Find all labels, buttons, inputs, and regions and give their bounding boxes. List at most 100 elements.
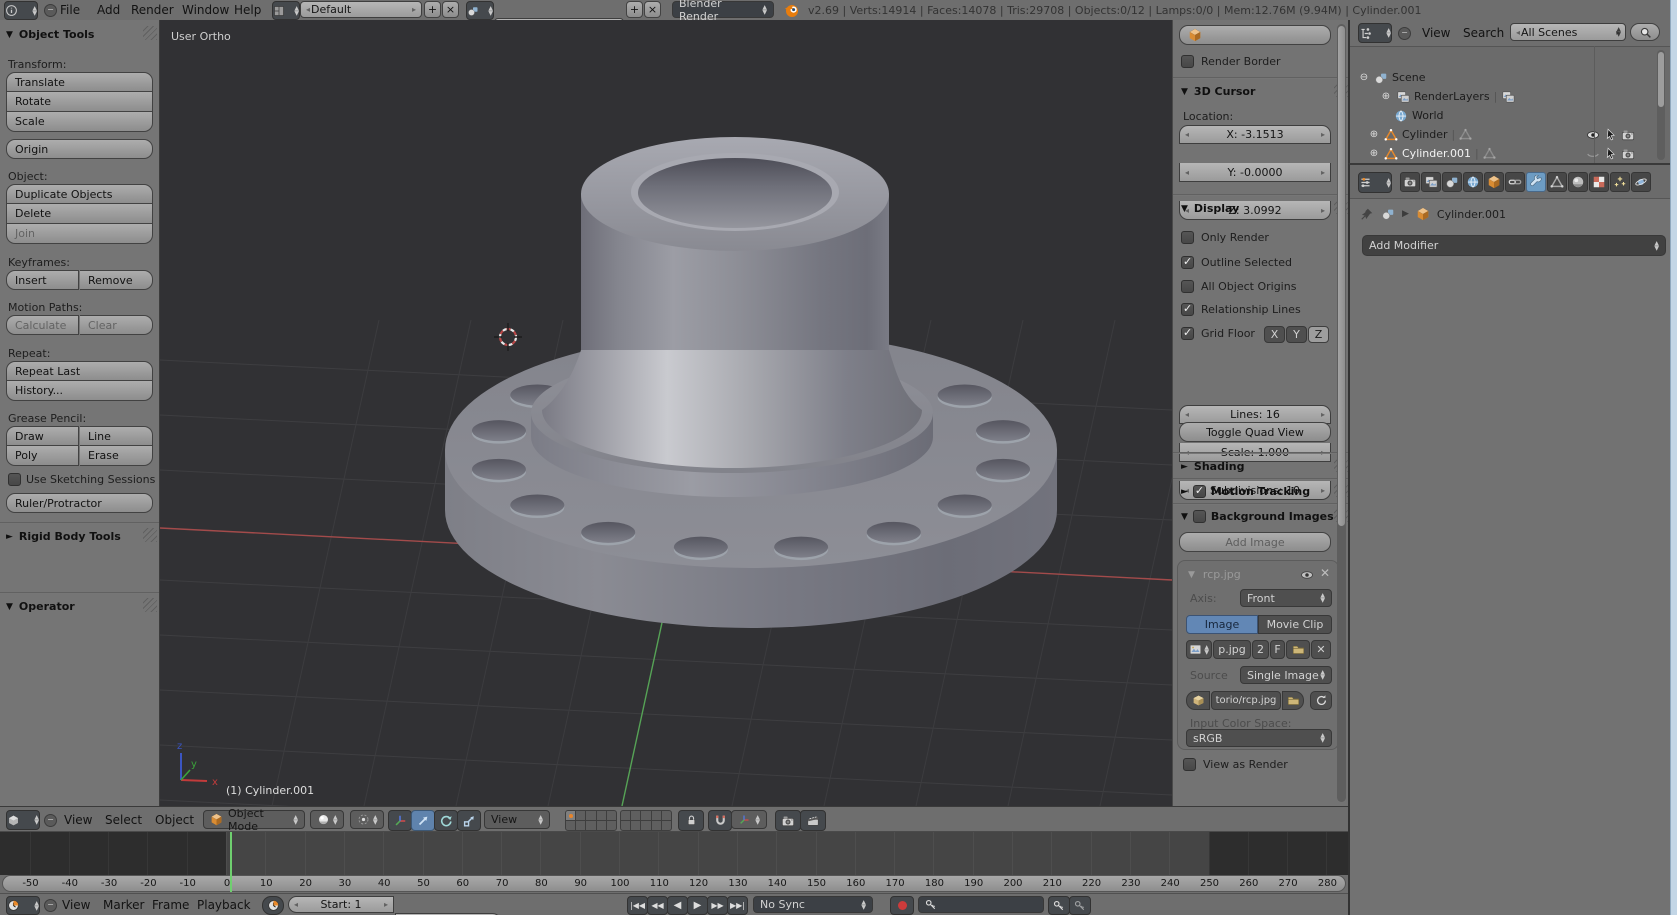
grid-y-toggle[interactable]: Y xyxy=(1286,326,1307,343)
expand-icon[interactable]: ⊕ xyxy=(1380,91,1392,102)
lock-to-scene-button[interactable] xyxy=(678,810,704,831)
history-button[interactable]: History... xyxy=(6,381,153,401)
grid-z-toggle[interactable]: Z xyxy=(1308,326,1329,343)
bg-image-tab[interactable]: Image xyxy=(1186,615,1258,634)
snap-toggle-button[interactable] xyxy=(708,810,732,831)
grid-floor-row[interactable]: Grid Floor xyxy=(1181,327,1255,340)
calculate-paths-button[interactable]: Calculate xyxy=(6,315,79,335)
add-scene-button[interactable]: + xyxy=(626,1,643,18)
bg-filepath-browse-button[interactable] xyxy=(1282,691,1304,710)
layer-cell[interactable] xyxy=(566,821,575,830)
layer-cell[interactable] xyxy=(662,821,671,830)
tab-world[interactable] xyxy=(1463,172,1483,192)
layer-cell[interactable] xyxy=(607,811,616,820)
grease-draw-button[interactable]: Draw xyxy=(6,426,79,446)
layer-cell[interactable] xyxy=(607,821,616,830)
collapse-menus-toggle[interactable]: − xyxy=(44,814,57,827)
outliner-row-world[interactable]: World xyxy=(1350,106,1655,125)
outline-selected-checkbox[interactable] xyxy=(1181,256,1194,269)
editor-type-3dview-button[interactable] xyxy=(6,810,40,830)
render-engine-select[interactable]: Blender Render xyxy=(672,1,774,18)
selectability-cursor-icon[interactable] xyxy=(1604,147,1617,160)
tab-texture[interactable] xyxy=(1589,172,1609,192)
only-render-row[interactable]: Only Render xyxy=(1181,231,1269,244)
colorspace-select[interactable]: sRGB xyxy=(1186,729,1332,747)
relationship-lines-row[interactable]: Relationship Lines xyxy=(1181,303,1301,316)
tab-object[interactable] xyxy=(1484,172,1504,192)
editor-type-outliner-button[interactable] xyxy=(1358,23,1392,43)
display-panel-header[interactable]: ▼Display xyxy=(1181,202,1239,215)
cursor-x-field[interactable]: X: -3.1513 xyxy=(1179,125,1331,144)
grid-floor-checkbox[interactable] xyxy=(1181,327,1194,340)
bg-image-unlink-button[interactable]: ✕ xyxy=(1311,640,1331,659)
layer-grid-2[interactable] xyxy=(620,810,672,831)
outline-selected-row[interactable]: Outline Selected xyxy=(1181,256,1292,269)
viewport-3d[interactable]: x y z User Ortho (1) Cylinder.001 xyxy=(160,20,1172,806)
layer-cell[interactable] xyxy=(597,821,606,830)
menu-help[interactable]: Help xyxy=(234,0,261,20)
outliner-search-button[interactable] xyxy=(1630,23,1660,41)
tab-physics[interactable] xyxy=(1631,172,1651,192)
menu-view[interactable]: View xyxy=(1422,23,1450,43)
bg-source-select[interactable]: Single Image xyxy=(1240,666,1332,684)
menu-view[interactable]: View xyxy=(62,895,90,915)
grid-x-toggle[interactable]: X xyxy=(1264,326,1285,343)
preview-range-button[interactable] xyxy=(262,896,284,915)
sketching-sessions-checkbox[interactable] xyxy=(8,473,21,486)
remove-keyframe-button[interactable]: Remove xyxy=(80,270,153,290)
collapse-menus-toggle[interactable]: − xyxy=(1398,27,1411,40)
layer-cell[interactable] xyxy=(652,811,661,820)
outliner-row-scene[interactable]: ⊖ Scene xyxy=(1350,68,1655,87)
menu-frame[interactable]: Frame xyxy=(152,895,189,915)
panel-grip[interactable] xyxy=(143,598,157,612)
outliner-scrollbar-thumb[interactable] xyxy=(1658,52,1664,107)
screen-layout-icon-button[interactable] xyxy=(272,1,300,20)
layer-cell[interactable] xyxy=(641,821,650,830)
bg-image-users-button[interactable]: 2 xyxy=(1252,640,1269,659)
join-button[interactable]: Join xyxy=(6,224,153,244)
outliner-row-renderlayers[interactable]: ⊕ RenderLayers | xyxy=(1350,87,1655,106)
layer-cell[interactable] xyxy=(631,811,640,820)
expand-icon[interactable]: ⊕ xyxy=(1368,129,1380,140)
add-modifier-select[interactable]: Add Modifier xyxy=(1362,235,1666,256)
tab-scene[interactable] xyxy=(1442,172,1462,192)
bg-movieclip-tab[interactable]: Movie Clip xyxy=(1258,615,1332,634)
rigid-body-tools-header[interactable]: ►Rigid Body Tools xyxy=(6,530,121,543)
operator-panel-header[interactable]: ▼Operator xyxy=(6,600,75,613)
layer-cell[interactable] xyxy=(586,821,595,830)
breadcrumb-object-name[interactable]: Cylinder.001 xyxy=(1437,208,1506,221)
opengl-render-button[interactable] xyxy=(775,810,801,831)
menu-render[interactable]: Render xyxy=(131,0,174,20)
bg-image-fake-user-button[interactable]: F xyxy=(1270,640,1285,659)
timeline-frames-area[interactable] xyxy=(0,832,1348,875)
layer-1-active[interactable] xyxy=(566,811,575,820)
origin-button[interactable]: Origin xyxy=(6,139,153,159)
collapse-menus-toggle[interactable]: − xyxy=(44,4,57,17)
menu-window[interactable]: Window xyxy=(182,0,229,20)
layer-cell[interactable] xyxy=(621,811,630,820)
play-button[interactable]: ▶ xyxy=(687,896,708,915)
bg-filepath-field[interactable]: torio/rcp.jpg xyxy=(1211,691,1281,710)
all-object-origins-checkbox[interactable] xyxy=(1181,280,1194,293)
cursor-y-field[interactable]: Y: -0.0000 xyxy=(1179,163,1331,182)
insert-keyframes-button[interactable] xyxy=(1048,896,1070,915)
tab-material[interactable] xyxy=(1568,172,1588,192)
clear-paths-button[interactable]: Clear xyxy=(80,315,153,335)
timeline-ruler[interactable]: -50-40-30-20-100102030405060708090100110… xyxy=(2,875,1346,892)
editor-type-timeline-button[interactable] xyxy=(6,896,40,915)
keying-set-field[interactable] xyxy=(918,896,1044,913)
toggle-quad-view-button[interactable]: Toggle Quad View xyxy=(1179,422,1331,442)
current-frame-cursor[interactable] xyxy=(230,832,232,892)
manipulator-toggle-button[interactable] xyxy=(388,810,412,831)
render-border-checkbox[interactable] xyxy=(1181,55,1194,68)
bg-image-browse-button[interactable] xyxy=(1186,640,1212,659)
prev-keyframe-button[interactable]: ◀◀ xyxy=(647,896,668,915)
menu-view[interactable]: View xyxy=(64,810,92,830)
matcap-button[interactable] xyxy=(1179,25,1331,45)
layer-cell[interactable] xyxy=(631,821,640,830)
layer-cell[interactable] xyxy=(662,811,671,820)
only-render-checkbox[interactable] xyxy=(1181,231,1194,244)
menu-object[interactable]: Object xyxy=(155,810,194,830)
rotate-button[interactable]: Rotate xyxy=(6,92,153,112)
sync-mode-select[interactable]: No Sync xyxy=(753,896,873,913)
